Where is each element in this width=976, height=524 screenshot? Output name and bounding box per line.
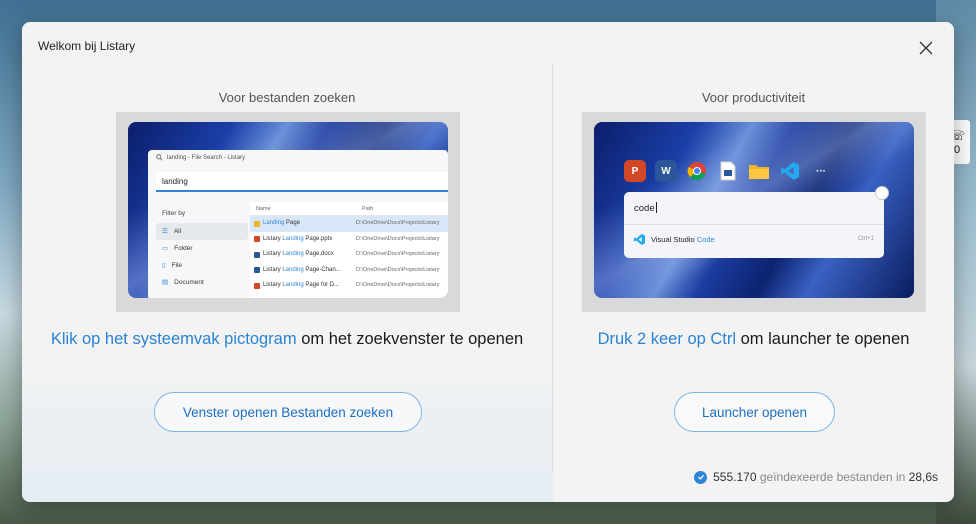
document-icon: [717, 160, 739, 182]
open-launcher-button[interactable]: Launcher openen: [674, 392, 835, 432]
preview-wallpaper: landing - File Search - Listary landing …: [128, 122, 448, 298]
index-time: 28,6s: [908, 470, 938, 484]
open-file-search-button[interactable]: Venster openen Bestanden zoeken: [154, 392, 422, 432]
result-name: Listary Landing Page for D...: [250, 278, 352, 294]
results-header: Name Path: [250, 202, 448, 216]
filter-sidebar: Filter by ☰ All ▭ Folder ▯ File ▤ Document: [156, 202, 248, 298]
preview-wallpaper: P W ··· code Visual Studio Code Ctrl+1: [594, 122, 914, 298]
indexed-count: 555.170: [713, 470, 757, 484]
column-path: Path: [362, 206, 374, 212]
file-search-preview: landing - File Search - Listary landing …: [116, 112, 460, 312]
filter-item-folder: ▭ Folder: [156, 240, 248, 257]
search-icon: [156, 154, 163, 161]
result-shortcut: Ctrl+1: [857, 236, 874, 242]
result-row: Listary Landing Page.docx D:\OneDrive\Doc…: [250, 247, 448, 263]
result-path: D:\OneDrive\Docs\Projects\Listary: [356, 266, 440, 273]
check-circle-icon: [694, 470, 708, 484]
instruction-text: om het zoekvenster te openen: [296, 330, 524, 348]
filter-item-file: ▯ File: [156, 257, 248, 274]
result-name: Landing Page: [250, 216, 352, 232]
result-name: Listary Landing Page-Chan...: [250, 263, 352, 279]
productivity-panel: Voor productiviteit P W ··· code Visual St…: [553, 22, 954, 502]
column-name: Name: [256, 206, 271, 212]
list-icon: ☰: [162, 228, 168, 235]
result-row: Listary Landing Page-Chan... D:\OneDrive\…: [250, 263, 448, 279]
folder-icon: [748, 160, 770, 182]
result-row: Listary Landing Page.pptx D:\OneDrive\Doc…: [250, 232, 448, 248]
folder-icon: ▭: [162, 245, 169, 252]
chrome-icon: [686, 160, 708, 182]
result-prefix: Visual Studio: [651, 235, 697, 244]
file-type-icon: [254, 267, 260, 274]
file-icon: ▯: [162, 262, 166, 269]
search-window-title-text: landing - File Search - Listary: [167, 154, 246, 161]
filter-item-all: ☰ All: [156, 223, 248, 240]
launcher-divider: [624, 224, 884, 225]
result-match: Code: [696, 235, 715, 244]
file-type-icon: [254, 251, 260, 258]
search-window-mock: landing - File Search - Listary landing …: [148, 150, 448, 298]
launcher-result: Visual Studio Code: [634, 234, 715, 245]
file-search-instruction: Klik op het systeemvak pictogram om het …: [22, 330, 552, 349]
result-path: D:\OneDrive\Docs\Projects\Listary: [356, 251, 440, 257]
file-type-icon: [254, 236, 260, 243]
word-icon: W: [655, 160, 677, 182]
search-window-title: landing - File Search - Listary: [156, 154, 245, 161]
more-icon: ···: [816, 165, 826, 177]
app-icons-row: P W ···: [624, 160, 832, 182]
indexed-label: geïndexeerde bestanden in: [756, 470, 909, 484]
instruction-highlight: Druk 2 keer op Ctrl: [597, 330, 737, 348]
vscode-icon: [779, 160, 801, 182]
launcher-input-mock: code: [634, 203, 655, 214]
result-path: D:\OneDrive\Docs\Projects\Listary: [356, 235, 440, 242]
search-input-mock: landing: [156, 172, 448, 192]
instruction-text: om launcher te openen: [736, 330, 910, 348]
launcher-mock: code Visual Studio Code Ctrl+1: [624, 186, 889, 258]
file-type-icon: [254, 282, 260, 289]
file-type-icon: [254, 220, 260, 227]
result-name: Listary Landing Page.pptx: [250, 232, 352, 248]
result-name: Listary Landing Page.docx: [250, 247, 352, 263]
launcher-instruction: Druk 2 keer op Ctrl om launcher te opene…: [553, 330, 954, 349]
results-list: Name Path Landing Page D:\OneDrive\Docs\P…: [250, 202, 448, 298]
section-title-file-search: Voor bestanden zoeken: [218, 90, 356, 105]
document-icon: ▤: [162, 279, 169, 286]
result-row: Landing Page D:\OneDrive\Docs\Projects\Li…: [250, 216, 448, 232]
launcher-settings-icon: [875, 186, 889, 200]
result-row: Listary Landing Page for D... D:\OneDrive…: [250, 278, 448, 294]
section-title-productivity: Voor productiviteit: [701, 90, 806, 105]
index-status: 555.170 geïndexeerde bestanden in 28,6s: [694, 470, 938, 484]
result-path: D:\OneDrive\Docs\Projects\Listary: [356, 282, 440, 288]
tray-digit: 0: [953, 144, 961, 156]
vscode-icon: [634, 234, 645, 245]
file-search-panel: Voor bestanden zoeken landing - File Sea…: [22, 22, 552, 502]
powerpoint-icon: P: [624, 160, 646, 182]
instruction-highlight: Klik op het systeemvak pictogram: [50, 330, 297, 348]
launcher-preview: P W ··· code Visual Studio Code Ctrl+1: [582, 112, 926, 312]
result-path: D:\OneDrive\Docs\Projects\Listary: [356, 220, 440, 226]
welcome-dialog: Welkom bij Listary Voor bestanden zoeken…: [22, 22, 954, 502]
filter-title: Filter by: [162, 210, 186, 217]
filter-item-document: ▤ Document: [156, 274, 248, 291]
